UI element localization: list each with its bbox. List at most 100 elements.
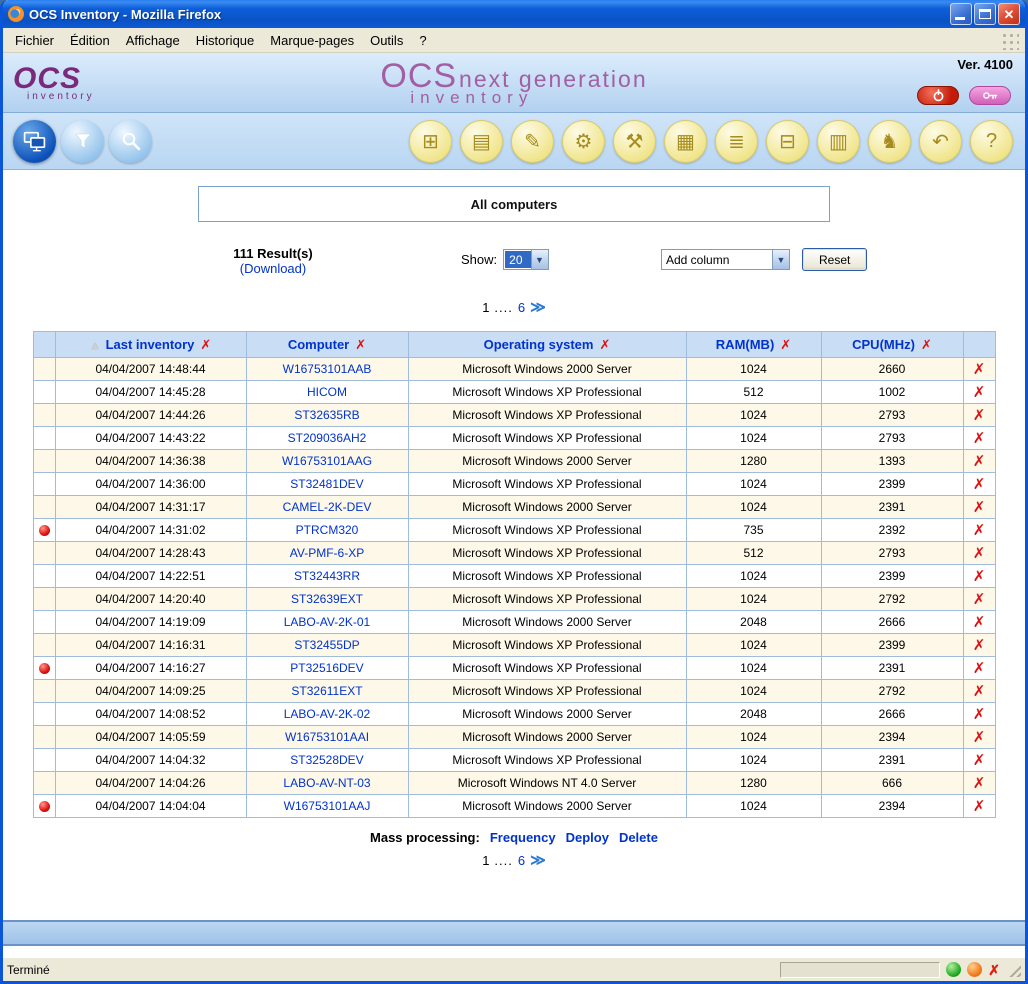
delete-computer-icon[interactable]: ✗ xyxy=(973,636,986,654)
delete-computer-icon[interactable]: ✗ xyxy=(973,475,986,493)
menu-fichier[interactable]: Fichier xyxy=(7,30,62,51)
next-pages-icon[interactable]: ≫ xyxy=(530,300,546,315)
delete-computer-icon[interactable]: ✗ xyxy=(973,383,986,401)
help-icon[interactable]: ? xyxy=(970,119,1013,163)
documents-icon[interactable]: ≣ xyxy=(715,119,758,163)
resize-grip[interactable] xyxy=(1006,962,1021,977)
throbber-icon xyxy=(999,30,1019,50)
delete-computer-icon[interactable]: ✗ xyxy=(973,728,986,746)
feed-status-icon[interactable] xyxy=(967,962,983,977)
remove-column-icon[interactable]: ✗ xyxy=(355,338,366,353)
computer-link[interactable]: ST32481DEV xyxy=(290,477,363,491)
delete-computer-icon[interactable]: ✗ xyxy=(973,406,986,424)
filter-icon[interactable] xyxy=(61,119,104,163)
computer-link[interactable]: ST32455DP xyxy=(294,638,359,652)
delete-computer-icon[interactable]: ✗ xyxy=(973,613,986,631)
stop-status-icon[interactable]: ✗ xyxy=(988,963,1000,977)
logout-button[interactable] xyxy=(917,86,959,105)
firewall-icon[interactable]: ▤ xyxy=(460,119,503,163)
computer-link[interactable]: ST32528DEV xyxy=(290,753,363,767)
delete-computer-icon[interactable]: ✗ xyxy=(973,659,986,677)
close-button[interactable]: ✕ xyxy=(998,3,1020,25)
computer-link[interactable]: W16753101AAJ xyxy=(284,799,371,813)
update-status-icon[interactable] xyxy=(946,962,962,977)
search-icon[interactable] xyxy=(109,119,152,163)
chevron-down-icon[interactable]: ▼ xyxy=(530,250,548,269)
column-header-last-inventory[interactable]: ▲ Last inventory ✗ xyxy=(54,331,247,358)
computer-link[interactable]: ST209036AH2 xyxy=(288,431,367,445)
sort-ascending-icon[interactable]: ▲ xyxy=(90,340,101,352)
column-header-ram-mb-[interactable]: RAM(MB) ✗ xyxy=(685,331,822,358)
computer-link[interactable]: AV-PMF-6-XP xyxy=(290,546,364,560)
delete-computer-icon[interactable]: ✗ xyxy=(973,797,986,815)
reset-button[interactable]: Reset xyxy=(802,248,868,271)
agent-icon[interactable]: ♞ xyxy=(868,119,911,163)
download-link[interactable]: (Download) xyxy=(240,261,306,276)
computer-link[interactable]: LABO-AV-2K-02 xyxy=(284,707,370,721)
computer-link[interactable]: W16753101AAB xyxy=(283,362,372,376)
packages-icon[interactable]: ▦ xyxy=(664,119,707,163)
cell-cpu: 1002 xyxy=(820,380,964,404)
delete-computer-icon[interactable]: ✗ xyxy=(973,521,986,539)
remove-column-icon[interactable]: ✗ xyxy=(780,338,791,353)
chevron-down-icon[interactable]: ▼ xyxy=(772,250,789,269)
computer-link[interactable]: ST32639EXT xyxy=(291,592,363,606)
computer-link[interactable]: HICOM xyxy=(307,385,347,399)
delete-computer-icon[interactable]: ✗ xyxy=(973,429,986,447)
report-icon[interactable]: ▥ xyxy=(817,119,860,163)
maximize-button[interactable] xyxy=(974,3,996,25)
add-column-select[interactable]: Add column ▼ xyxy=(661,249,790,270)
remove-column-icon[interactable]: ✗ xyxy=(921,338,932,353)
delete-computer-icon[interactable]: ✗ xyxy=(973,498,986,516)
computer-link[interactable]: W16753101AAI xyxy=(285,730,369,744)
gift-icon[interactable]: ⊞ xyxy=(409,119,452,163)
computer-link[interactable]: ST32611EXT xyxy=(291,684,362,698)
computer-link[interactable]: ST32635RB xyxy=(294,408,359,422)
remove-column-icon[interactable]: ✗ xyxy=(200,338,211,353)
delete-computer-icon[interactable]: ✗ xyxy=(973,774,986,792)
cell-os: Microsoft Windows XP Professional xyxy=(407,656,687,680)
computer-link[interactable]: LABO-AV-NT-03 xyxy=(283,776,370,790)
mass-frequency-link[interactable]: Frequency xyxy=(490,830,556,845)
computer-link[interactable]: ST32443RR xyxy=(294,569,360,583)
duplicates-icon[interactable]: ⊟ xyxy=(766,119,809,163)
minimize-button[interactable] xyxy=(950,3,972,25)
computer-link[interactable]: PT32516DEV xyxy=(290,661,363,675)
all-computers-icon[interactable] xyxy=(13,119,56,163)
mass-deploy-link[interactable]: Deploy xyxy=(566,830,609,845)
menu-outils[interactable]: Outils xyxy=(362,30,411,51)
delete-computer-icon[interactable]: ✗ xyxy=(973,590,986,608)
restore-icon[interactable]: ↶ xyxy=(919,119,962,163)
cell-last-inventory: 04/04/2007 14:16:27 xyxy=(54,656,247,680)
show-count-select[interactable]: 20 ▼ xyxy=(503,249,549,270)
remove-column-icon[interactable]: ✗ xyxy=(599,338,610,353)
delete-computer-icon[interactable]: ✗ xyxy=(973,682,986,700)
computer-link[interactable]: LABO-AV-2K-01 xyxy=(284,615,370,629)
menu-marque-pages[interactable]: Marque-pages xyxy=(262,30,362,51)
menu-affichage[interactable]: Affichage xyxy=(118,30,188,51)
computer-link[interactable]: CAMEL-2K-DEV xyxy=(283,500,372,514)
computer-link[interactable]: PTRCM320 xyxy=(296,523,359,537)
computer-row: 04/04/2007 14:22:51 ST32443RR Microsoft Wi… xyxy=(32,564,996,588)
delete-computer-icon[interactable]: ✗ xyxy=(973,452,986,470)
delete-computer-icon[interactable]: ✗ xyxy=(973,567,986,585)
tag-edit-icon[interactable]: ✎ xyxy=(511,119,554,163)
delete-computer-icon[interactable]: ✗ xyxy=(973,360,986,378)
last-page-link[interactable]: 6 xyxy=(518,853,525,868)
mass-delete-link[interactable]: Delete xyxy=(619,830,658,845)
security-button[interactable] xyxy=(969,86,1011,105)
delete-computer-icon[interactable]: ✗ xyxy=(973,751,986,769)
wrench-icon[interactable]: ⚒ xyxy=(613,119,656,163)
delete-computer-icon[interactable]: ✗ xyxy=(973,544,986,562)
delete-computer-icon[interactable]: ✗ xyxy=(973,705,986,723)
column-header-computer[interactable]: Computer ✗ xyxy=(245,331,409,358)
menu-historique[interactable]: Historique xyxy=(188,30,263,51)
next-pages-icon[interactable]: ≫ xyxy=(530,853,546,868)
column-header-cpu-mhz-[interactable]: CPU(MHz) ✗ xyxy=(820,331,964,358)
computer-link[interactable]: W16753101AAG xyxy=(282,454,372,468)
column-header-operating-system[interactable]: Operating system ✗ xyxy=(407,331,687,358)
menu-edition[interactable]: Édition xyxy=(62,30,118,51)
menu-aide[interactable]: ? xyxy=(411,30,434,51)
last-page-link[interactable]: 6 xyxy=(518,300,525,315)
settings-icon[interactable]: ⚙ xyxy=(562,119,605,163)
